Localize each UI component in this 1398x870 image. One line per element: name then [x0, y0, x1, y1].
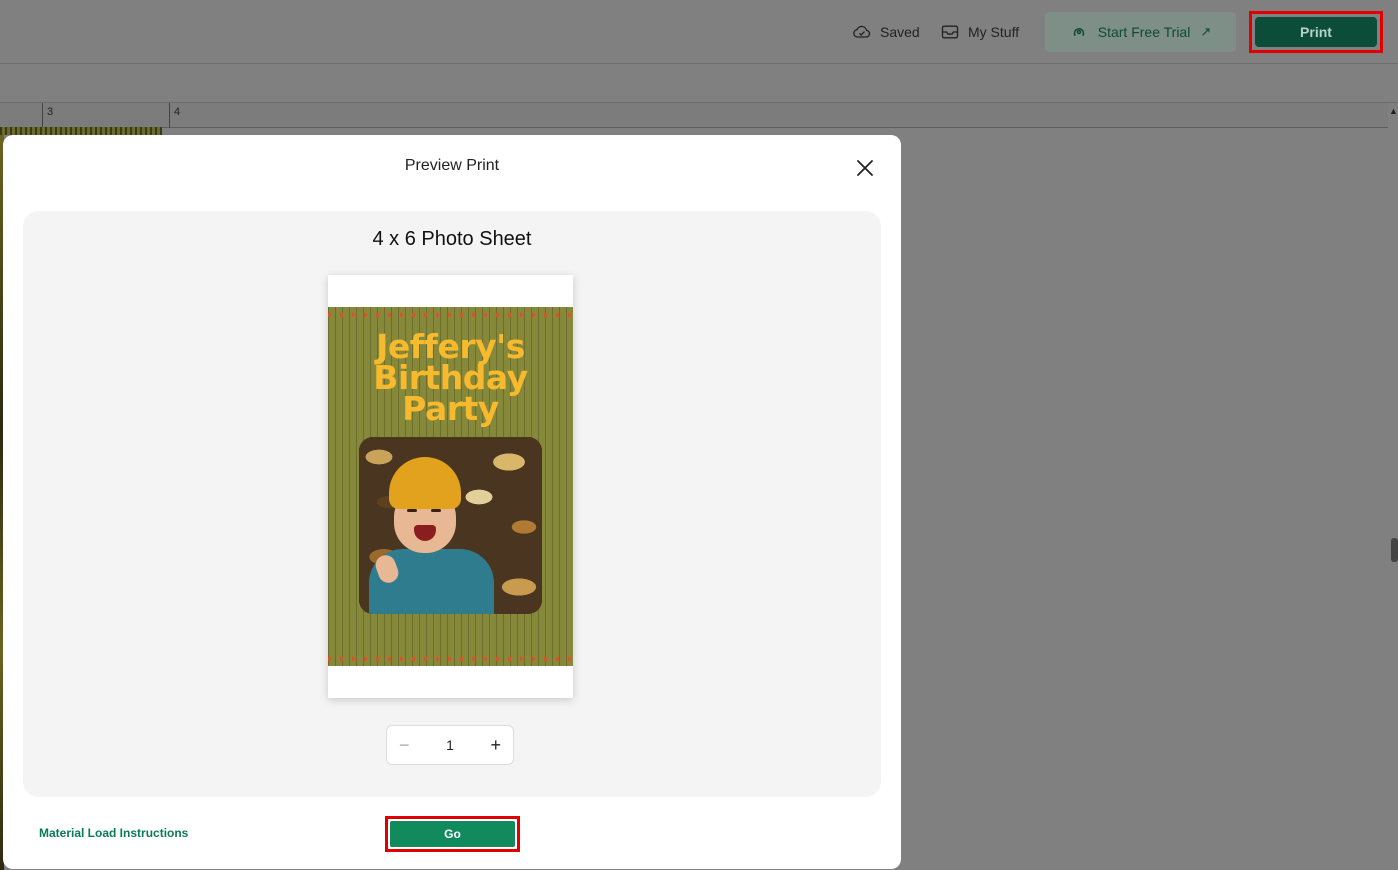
canvas-design-edge: [0, 127, 162, 135]
top-bar: Saved My Stuff Start Free Trial ↗ Print: [0, 0, 1398, 64]
close-button[interactable]: [854, 157, 876, 179]
dialog-title: Preview Print: [404, 157, 500, 174]
cloud-check-icon: [853, 25, 871, 38]
start-free-trial-button[interactable]: Start Free Trial ↗: [1045, 12, 1236, 52]
increase-quantity-button[interactable]: +: [490, 735, 501, 756]
my-stuff-button[interactable]: My Stuff: [940, 20, 1019, 44]
close-icon: [857, 160, 873, 176]
ruler-tick: [42, 103, 43, 128]
birthday-card-image: Jeffery's Birthday Party: [328, 307, 573, 666]
start-free-trial-label: Start Free Trial: [1097, 24, 1191, 40]
card-border-dots: [328, 657, 573, 661]
ruler-mark: 3: [47, 106, 54, 118]
subscription-icon: [1073, 28, 1084, 37]
inbox-icon: [941, 25, 959, 39]
card-title: Jeffery's Birthday Party: [328, 330, 573, 428]
toolbar-strip: [0, 65, 1398, 103]
saved-status[interactable]: Saved: [852, 20, 920, 44]
photo-child-eye: [407, 509, 417, 512]
sheet-title: 4 x 6 Photo Sheet: [372, 228, 532, 250]
card-border-dots: [328, 313, 573, 317]
print-button[interactable]: Print: [1255, 17, 1377, 47]
my-stuff-label: My Stuff: [968, 24, 1020, 40]
print-highlight: Print: [1249, 11, 1383, 53]
photo-child-eye: [431, 509, 441, 512]
preview-print-dialog: Preview Print 4 x 6 Photo Sheet Jeffery'…: [3, 135, 901, 869]
scroll-up-arrow-icon[interactable]: ▲: [1389, 106, 1398, 118]
saved-label: Saved: [880, 24, 920, 40]
decrease-quantity-button[interactable]: −: [399, 735, 410, 756]
go-highlight: Go: [385, 816, 520, 852]
ruler-tick: [169, 103, 170, 128]
photo-sheet-preview: Jeffery's Birthday Party: [328, 275, 573, 698]
preview-panel: 4 x 6 Photo Sheet Jeffery's Birthday Par…: [23, 211, 881, 797]
go-button[interactable]: Go: [390, 821, 515, 847]
vertical-scrollbar-thumb[interactable]: [1391, 538, 1398, 562]
quantity-stepper: − 1 +: [386, 725, 514, 765]
horizontal-ruler: 3 4: [0, 103, 1388, 128]
quantity-value[interactable]: 1: [446, 737, 454, 753]
card-title-line: Party: [402, 389, 499, 428]
ruler-mark: 4: [174, 106, 181, 118]
external-arrow-icon: ↗: [1200, 24, 1212, 39]
material-load-instructions-link[interactable]: Material Load Instructions: [39, 826, 188, 840]
child-photo: [359, 437, 542, 614]
